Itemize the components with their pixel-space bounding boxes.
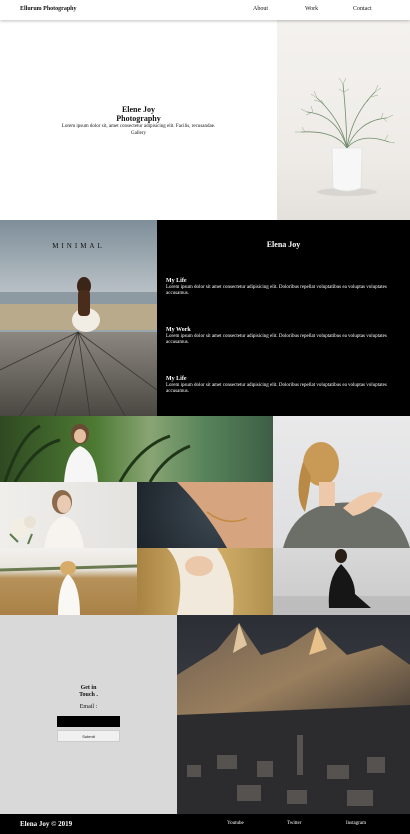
garden-woman-image: [3, 424, 191, 482]
gallery-photo-bouquet[interactable]: [0, 482, 137, 548]
contact-title: Get in Touch .: [0, 685, 177, 699]
contact-section: Get in Touch . Email : Submit: [0, 615, 177, 814]
gallery-photo-garden[interactable]: [0, 416, 273, 482]
hero-title-line1: Elene Joy: [121, 105, 156, 114]
nav-link-contact[interactable]: Contact: [353, 6, 372, 12]
footer-copyright: Elena Joy © 2019: [20, 820, 73, 828]
gallery-photo-ponytail[interactable]: [273, 416, 410, 548]
hero-text: Elene Joy Photography Lorem ipsum dolor …: [0, 105, 277, 137]
about-panel: Elena Joy My Life Lorem ipsum dolor sit …: [157, 220, 410, 416]
mountain-town-photo: [177, 615, 410, 814]
gallery-photo-neck[interactable]: [137, 482, 273, 548]
nav-link-about[interactable]: About: [253, 6, 268, 12]
necklace-portrait-image: [177, 482, 273, 548]
about-heading-2: My Work: [166, 327, 191, 333]
field-woman-image: [0, 561, 137, 615]
suit-woman-image: [273, 549, 410, 615]
footer-link-instagram[interactable]: Instagram: [346, 821, 366, 826]
about-heading-1: My Life: [166, 278, 187, 284]
about-name: Elena Joy: [266, 240, 301, 249]
hero-subtitle: Lorem ipsum dolor sit, amet consectetur …: [61, 124, 216, 129]
minimal-caption: MINIMAL: [52, 242, 105, 250]
site-brand[interactable]: Ellurum Photography: [20, 6, 77, 12]
submit-button[interactable]: Submit: [57, 730, 120, 742]
about-text-2: Lorem ipsum dolor sit amet consectetur a…: [166, 334, 387, 345]
gallery-photo-scarf[interactable]: [137, 548, 273, 615]
about-photo-pier: MINIMAL: [0, 220, 157, 416]
scarf-woman-image: [167, 548, 234, 615]
about-text-3: Lorem ipsum dolor sit amet consectetur a…: [166, 383, 387, 394]
hero-plant-photo: [277, 20, 410, 220]
about-heading-3: My Life: [166, 376, 187, 382]
email-label: Email :: [79, 704, 98, 710]
contact-title-line1: Get in: [80, 685, 97, 691]
gallery-photo-field[interactable]: [0, 548, 137, 615]
nav-link-work[interactable]: Work: [305, 6, 318, 12]
footer-link-youtube[interactable]: Youtube: [227, 821, 244, 826]
top-navbar: Ellurum Photography About Work Contact: [0, 0, 410, 20]
hero-section: Elene Joy Photography Lorem ipsum dolor …: [0, 20, 277, 220]
hero-gallery-link[interactable]: Gallery: [0, 130, 277, 137]
footer: Elena Joy © 2019 Youtube Twitter Instagr…: [0, 814, 410, 834]
email-input[interactable]: [57, 716, 120, 727]
about-block-1: My Life Lorem ipsum dolor sit amet conse…: [166, 278, 396, 297]
gallery-photo-suit[interactable]: [273, 548, 410, 615]
about-block-3: My Life Lorem ipsum dolor sit amet conse…: [166, 376, 396, 395]
bouquet-woman-image: [9, 490, 84, 548]
footer-link-twitter[interactable]: Twitter: [287, 821, 301, 826]
mountain-scene: [177, 615, 410, 814]
about-block-2: My Work Lorem ipsum dolor sit amet conse…: [166, 327, 396, 346]
ponytail-woman-image: [283, 442, 410, 548]
contact-title-line2: Touch .: [79, 692, 98, 698]
hero-title-line2: Photography: [116, 114, 161, 123]
about-text-1: Lorem ipsum dolor sit amet consectetur a…: [166, 285, 387, 296]
plant-vase-illustration: [295, 77, 396, 196]
